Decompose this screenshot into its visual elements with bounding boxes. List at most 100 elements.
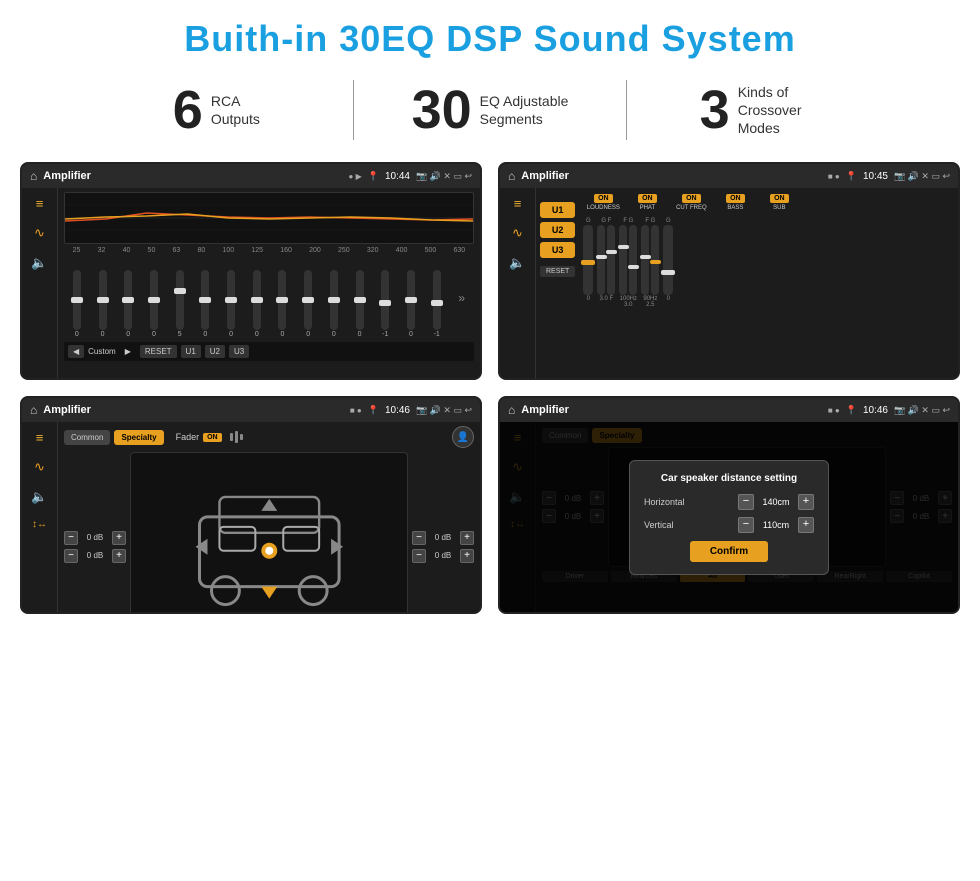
horizontal-value: 140cm	[757, 497, 795, 507]
plus-btn-4[interactable]: +	[460, 549, 474, 563]
sidebar-wave-icon-c[interactable]: ∿	[512, 225, 523, 241]
eq-play-button[interactable]: ▶	[120, 345, 136, 358]
slider-10[interactable]: 0	[304, 270, 312, 338]
eq-u2-button[interactable]: U2	[205, 345, 225, 358]
home-icon-fader[interactable]: ⌂	[30, 403, 37, 417]
u3-button[interactable]: U3	[540, 242, 575, 258]
db-row-1: − 0 dB +	[64, 531, 126, 545]
ctrl-label-bass: BASS	[727, 205, 743, 211]
on-badge-fader: ON	[203, 433, 222, 442]
home-icon-crossover[interactable]: ⌂	[508, 169, 515, 183]
slider-12[interactable]: 0	[356, 270, 364, 338]
topbar-eq: ⌂ Amplifier ● ▶ 📍 10:44 📷 🔊 ✕ ▭ ↩	[22, 164, 480, 188]
topbar-icons-fader: 📷 🔊 ✕ ▭ ↩	[416, 405, 472, 416]
slider-11[interactable]: 0	[330, 270, 338, 338]
eq-u1-button[interactable]: U1	[181, 345, 201, 358]
left-sidebar-crossover: ≡ ∿ 🔈	[500, 188, 536, 378]
common-tab[interactable]: Common	[64, 430, 110, 445]
sidebar-volume-icon-f[interactable]: 🔈	[31, 489, 47, 505]
minus-btn-2[interactable]: −	[64, 549, 78, 563]
eq-preset-label: Custom	[88, 347, 116, 356]
location-icon-fader: 📍	[368, 405, 379, 416]
vertical-control: − 110cm +	[738, 517, 814, 533]
slider-3[interactable]: 0	[124, 270, 132, 338]
page-title: Buith-in 30EQ DSP Sound System	[0, 0, 980, 70]
profile-icon[interactable]: 👤	[452, 426, 474, 448]
sidebar-arrows-icon-f[interactable]: ↕↔	[32, 519, 47, 530]
topbar-dialog: ⌂ Amplifier ■ ● 📍 10:46 📷 🔊 ✕ ▭ ↩	[500, 398, 958, 422]
ctrl-block-cutfreq: ON CUT FREQ	[671, 194, 711, 214]
home-icon-dialog[interactable]: ⌂	[508, 403, 515, 417]
slider-13[interactable]: -1	[381, 270, 389, 338]
plus-btn-3[interactable]: +	[460, 531, 474, 545]
stat-number-crossover: 3	[700, 83, 730, 137]
on-badge-phat: ON	[638, 194, 657, 203]
vertical-plus[interactable]: +	[798, 517, 814, 533]
horizontal-plus[interactable]: +	[798, 494, 814, 510]
sidebar-eq-icon-f[interactable]: ≡	[36, 430, 44, 445]
topbar-time-fader: 10:46	[385, 405, 410, 416]
on-badge-bass: ON	[726, 194, 745, 203]
eq-area: 2532405063 80100125160200 25032040050063…	[58, 188, 480, 378]
ctrl-label-phat: PHAT	[640, 205, 656, 211]
slider-8[interactable]: 0	[253, 270, 261, 338]
screen-content-eq: ≡ ∿ 🔈	[22, 188, 480, 378]
u1-button[interactable]: U1	[540, 202, 575, 218]
stat-number-eq: 30	[412, 83, 472, 137]
horizontal-minus[interactable]: −	[738, 494, 754, 510]
reset-button-c[interactable]: RESET	[540, 266, 575, 277]
screen-crossover: ⌂ Amplifier ■ ● 📍 10:45 📷 🔊 ✕ ▭ ↩ ≡ ∿ 🔈 …	[498, 162, 960, 380]
slider-7[interactable]: 0	[227, 270, 235, 338]
eq-u3-button[interactable]: U3	[229, 345, 249, 358]
stat-item-crossover: 3 Kinds ofCrossover Modes	[627, 83, 900, 138]
on-badge-cutfreq: ON	[682, 194, 701, 203]
topbar-icons-dialog: 📷 🔊 ✕ ▭ ↩	[894, 405, 950, 416]
sidebar-wave-icon[interactable]: ∿	[34, 225, 45, 241]
slider-15[interactable]: -1	[433, 270, 441, 338]
vertical-value: 110cm	[757, 520, 795, 530]
sidebar-eq-icon[interactable]: ≡	[36, 196, 44, 211]
location-icon-eq: 📍	[368, 171, 379, 182]
slider-9[interactable]: 0	[278, 270, 286, 338]
topbar-title-fader: Amplifier	[43, 404, 344, 416]
eq-reset-button[interactable]: RESET	[140, 345, 177, 358]
confirm-button[interactable]: Confirm	[690, 541, 768, 562]
slider-14[interactable]: 0	[407, 270, 415, 338]
minus-btn-1[interactable]: −	[64, 531, 78, 545]
minus-btn-4[interactable]: −	[412, 549, 426, 563]
horizontal-control: − 140cm +	[738, 494, 814, 510]
stat-item-rca: 6 RCAOutputs	[80, 83, 353, 137]
db-row-2: − 0 dB +	[64, 549, 126, 563]
topbar-title-dialog: Amplifier	[521, 404, 822, 416]
sidebar-volume-icon[interactable]: 🔈	[31, 255, 47, 271]
sidebar-volume-icon-c[interactable]: 🔈	[509, 255, 525, 271]
plus-btn-1[interactable]: +	[112, 531, 126, 545]
sidebar-wave-icon-f[interactable]: ∿	[34, 459, 45, 475]
topbar-title-crossover: Amplifier	[521, 170, 822, 182]
slider-4[interactable]: 0	[150, 270, 158, 338]
slider-5[interactable]: 5	[176, 270, 184, 338]
fader-controls-right: − 0 dB + − 0 dB +	[412, 452, 474, 614]
home-icon-eq[interactable]: ⌂	[30, 169, 37, 183]
dot-icon-fader: ■ ●	[350, 406, 362, 415]
topbar-time-dialog: 10:46	[863, 405, 888, 416]
slider-2[interactable]: 0	[99, 270, 107, 338]
sidebar-eq-icon-c[interactable]: ≡	[514, 196, 522, 211]
stat-item-eq: 30 EQ AdjustableSegments	[354, 83, 627, 137]
u-buttons-col: U1 U2 U3 RESET	[540, 194, 575, 372]
topbar-icons-eq: 📷 🔊 ✕ ▭ ↩	[416, 171, 472, 182]
vertical-minus[interactable]: −	[738, 517, 754, 533]
eq-prev-button[interactable]: ◀	[68, 345, 84, 358]
slider-1[interactable]: 0	[73, 270, 81, 338]
specialty-tab[interactable]: Specialty	[114, 430, 163, 445]
vertical-label: Vertical	[644, 520, 674, 530]
sliders-row: 0 0 0 0 5 0 0 0 0 0 0 0 -1 0 -1 »	[64, 258, 474, 338]
slider-6[interactable]: 0	[201, 270, 209, 338]
expand-icon-eq[interactable]: »	[458, 291, 465, 305]
minus-btn-3[interactable]: −	[412, 531, 426, 545]
screen-fader: ⌂ Amplifier ■ ● 📍 10:46 📷 🔊 ✕ ▭ ↩ ≡ ∿ 🔈 …	[20, 396, 482, 614]
plus-btn-2[interactable]: +	[112, 549, 126, 563]
ctrl-label-cutfreq: CUT FREQ	[676, 205, 707, 211]
screens-grid: ⌂ Amplifier ● ▶ 📍 10:44 📷 🔊 ✕ ▭ ↩ ≡ ∿ 🔈	[0, 154, 980, 624]
u2-button[interactable]: U2	[540, 222, 575, 238]
